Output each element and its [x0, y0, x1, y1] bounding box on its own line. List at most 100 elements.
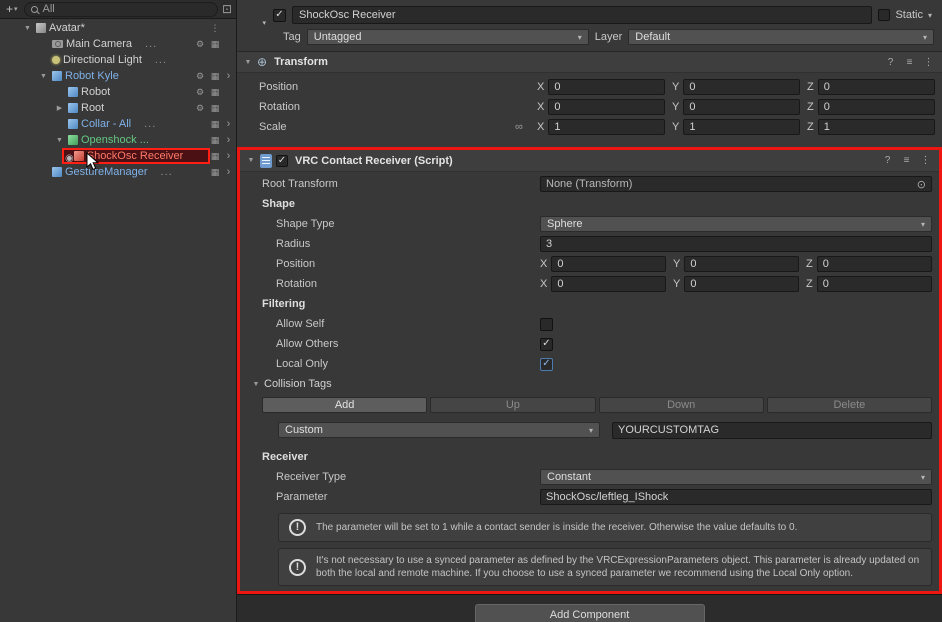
axis-x-label[interactable]: X — [540, 278, 547, 290]
vrc-rotation-y-field[interactable]: 0 — [684, 276, 799, 292]
allow-others-checkbox[interactable]: ✓ — [540, 338, 553, 351]
vrc-position-y-field[interactable]: 0 — [684, 256, 799, 272]
name-field[interactable]: ShockOsc Receiver — [292, 6, 872, 24]
foldout-open-icon[interactable]: ▼ — [250, 381, 262, 388]
axis-y-label[interactable]: Y — [673, 258, 680, 270]
foldout-open-icon[interactable]: ▼ — [22, 25, 33, 32]
up-button[interactable]: Up — [430, 397, 595, 413]
prefab-open-chevron[interactable]: › — [224, 166, 233, 178]
foldout-closed-icon[interactable]: ▶ — [54, 104, 65, 112]
axis-x-label[interactable]: X — [537, 81, 544, 93]
prefab-open-chevron[interactable]: › — [224, 134, 233, 146]
rotation-y-field[interactable]: 0 — [683, 99, 800, 115]
axis-z-label[interactable]: Z — [807, 81, 814, 93]
parameter-row: Parameter ShockOsc/leftleg_IShock — [240, 487, 939, 507]
position-z-field[interactable]: 0 — [818, 79, 935, 95]
search-input[interactable]: All — [24, 2, 218, 17]
vrc-position-z-field[interactable]: 0 — [817, 256, 932, 272]
position-x-field[interactable]: 0 — [548, 79, 665, 95]
layer-dropdown[interactable]: Default ▾ — [628, 29, 934, 45]
hierarchy-item-main-camera[interactable]: Main Camera ... ⚙ ▦ — [0, 36, 236, 52]
allow-self-checkbox[interactable] — [540, 318, 553, 331]
item-label: Openshock ... — [81, 134, 149, 146]
component-icon-1: ⚙ — [194, 71, 206, 82]
component-title: VRC Contact Receiver (Script) — [295, 155, 453, 167]
constrain-proportions-icon[interactable]: ∞ — [515, 121, 537, 133]
vrc-rotation-x-field[interactable]: 0 — [551, 276, 666, 292]
rotation-row: Rotation X0 Y0 Z0 — [237, 97, 942, 117]
active-checkbox[interactable]: ✓ — [273, 9, 286, 22]
axis-y-label[interactable]: Y — [672, 121, 679, 133]
search-filter-icon[interactable]: ⊡ — [222, 2, 232, 16]
axis-z-label[interactable]: Z — [807, 121, 814, 133]
help-icon[interactable]: ? — [880, 155, 895, 166]
collision-tags-foldout[interactable]: ▼ Collision Tags — [240, 374, 939, 394]
add-button[interactable]: Add — [262, 397, 427, 413]
foldout-open-icon[interactable]: ▼ — [246, 157, 256, 164]
local-only-checkbox[interactable]: ✓ — [540, 358, 553, 371]
hierarchy-item-gesturemanager[interactable]: GestureManager ... ▦ › — [0, 164, 236, 180]
create-button[interactable]: +▾ — [4, 2, 20, 16]
shape-type-dropdown[interactable]: Sphere ▾ — [540, 216, 932, 232]
scale-x-field[interactable]: 1 — [548, 119, 665, 135]
radius-field[interactable]: 3 — [540, 236, 932, 252]
section-label: Shape — [262, 198, 540, 210]
axis-x-label[interactable]: X — [537, 121, 544, 133]
add-component-button[interactable]: Add Component — [475, 604, 705, 622]
presets-icon[interactable]: ≡ — [899, 155, 914, 166]
axis-x-label[interactable]: X — [537, 101, 544, 113]
transform-header[interactable]: ▼ ⊕ Transform ? ≡ ⋮ — [237, 51, 942, 73]
receiver-type-dropdown[interactable]: Constant ▾ — [540, 469, 932, 485]
hierarchy-item-directional-light[interactable]: Directional Light ... — [0, 52, 236, 68]
static-checkbox[interactable] — [878, 9, 890, 21]
vrc-rotation-z-field[interactable]: 0 — [817, 276, 932, 292]
hierarchy-item-openshock[interactable]: ▼ Openshock ... ▦ › — [0, 132, 236, 148]
vrc-component-header[interactable]: ▼ ✓ VRC Contact Receiver (Script) ? ≡ ⋮ — [240, 150, 939, 172]
hierarchy-item-robot-kyle[interactable]: ▼ Robot Kyle ⚙ ▦ › — [0, 68, 236, 84]
static-dropdown-arrow[interactable]: ▾ — [928, 11, 932, 20]
kebab-menu-icon[interactable]: ⋮ — [918, 155, 933, 166]
rotation-x-field[interactable]: 0 — [548, 99, 665, 115]
kebab-menu-icon[interactable]: ⋮ — [921, 57, 936, 68]
axis-y-label[interactable]: Y — [673, 278, 680, 290]
hierarchy-toolbar: +▾ All ⊡ — [0, 0, 236, 19]
prefab-open-chevron[interactable]: › — [224, 70, 233, 82]
component-enabled-checkbox[interactable]: ✓ — [276, 155, 288, 167]
hierarchy-item-avatar[interactable]: ▼ Avatar* ⋮ — [0, 20, 236, 36]
prefab-open-chevron[interactable]: › — [224, 118, 233, 130]
hierarchy-item-robot[interactable]: Robot ⚙ ▦ — [0, 84, 236, 100]
foldout-open-icon[interactable]: ▼ — [38, 73, 49, 80]
presets-icon[interactable]: ≡ — [902, 57, 917, 68]
parameter-field[interactable]: ShockOsc/leftleg_IShock — [540, 489, 932, 505]
axis-z-label[interactable]: Z — [807, 101, 814, 113]
object-picker-icon[interactable]: ⊙ — [917, 178, 926, 191]
component-icon-1: ⚙ — [194, 103, 206, 114]
help-icon[interactable]: ? — [883, 57, 898, 68]
scale-z-field[interactable]: 1 — [818, 119, 935, 135]
down-button[interactable]: Down — [599, 397, 764, 413]
scene-visibility-eye-icon[interactable]: ◉ — [65, 153, 74, 164]
scale-y-field[interactable]: 1 — [683, 119, 800, 135]
vrc-position-x-field[interactable]: 0 — [551, 256, 666, 272]
hierarchy-item-shockosc-receiver[interactable]: ◉ ShockOsc Receiver ▦ › — [0, 148, 236, 164]
axis-y-label[interactable]: Y — [672, 81, 679, 93]
rotation-z-field[interactable]: 0 — [818, 99, 935, 115]
axis-z-label[interactable]: Z — [806, 278, 813, 290]
tag-dropdown[interactable]: Untagged ▾ — [307, 29, 589, 45]
foldout-open-icon[interactable]: ▼ — [243, 59, 253, 66]
foldout-open-icon[interactable]: ▼ — [54, 137, 65, 144]
root-transform-object-field[interactable]: None (Transform) ⊙ — [540, 176, 932, 192]
gameobject-cube-icon[interactable]: ▾ — [245, 5, 267, 25]
axis-x-label[interactable]: X — [540, 258, 547, 270]
position-y-field[interactable]: 0 — [683, 79, 800, 95]
tag-type-dropdown[interactable]: Custom ▾ — [278, 422, 600, 438]
hierarchy-item-collar-all[interactable]: Collar - All ... ▦ › — [0, 116, 236, 132]
collision-tags-buttons: Add Up Down Delete — [240, 394, 939, 414]
axis-z-label[interactable]: Z — [806, 258, 813, 270]
custom-tag-field[interactable]: YOURCUSTOMTAG — [612, 422, 932, 439]
delete-button[interactable]: Delete — [767, 397, 932, 413]
kebab-menu-icon[interactable]: ⋮ — [209, 23, 221, 34]
hierarchy-item-root[interactable]: ▶ Root ⚙ ▦ — [0, 100, 236, 116]
prefab-open-chevron[interactable]: › — [224, 150, 233, 162]
axis-y-label[interactable]: Y — [672, 101, 679, 113]
